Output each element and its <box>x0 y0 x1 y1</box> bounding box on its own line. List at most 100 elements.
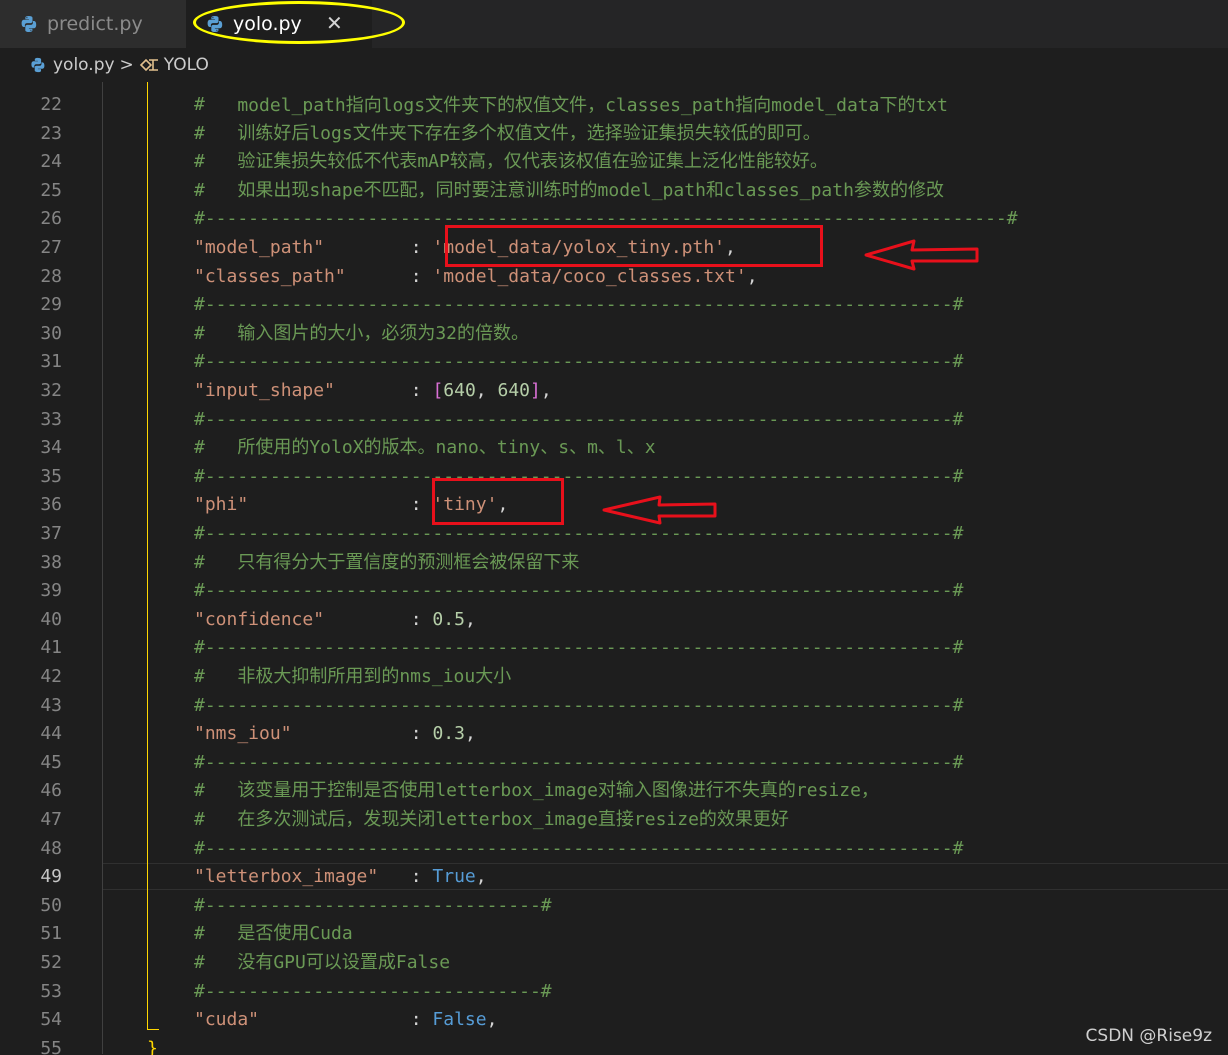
code-line[interactable]: 39 #-------------------------------------… <box>0 577 1228 606</box>
code-line[interactable]: 30 # 输入图片的大小，必须为32的倍数。 <box>0 320 1228 349</box>
python-icon <box>21 16 37 32</box>
indent-guide <box>102 82 103 1054</box>
code-line[interactable]: 48 #-------------------------------------… <box>0 835 1228 864</box>
line-number: 24 <box>40 151 62 173</box>
red-box-annotation-phi <box>432 478 564 525</box>
code-line[interactable]: 40 "confidence" : 0.5, <box>0 606 1228 635</box>
line-code: # 训练好后logs文件夹下存在多个权值文件，选择验证集损失较低的即可。 <box>194 120 821 149</box>
line-code: #---------------------------------------… <box>194 520 963 549</box>
line-number: 54 <box>40 1009 62 1031</box>
line-number: 40 <box>40 608 62 630</box>
tab-yolo-py[interactable]: yolo.py ✕ <box>186 0 372 48</box>
line-code: # 所使用的YoloX的版本。nano、tiny、s、m、l、x <box>194 434 656 463</box>
code-line[interactable]: 29 #-------------------------------------… <box>0 291 1228 320</box>
code-line[interactable]: 33 #-------------------------------------… <box>0 406 1228 435</box>
line-code: # 非极大抑制所用到的nms_iou大小 <box>194 663 511 692</box>
line-code: #---------------------------------------… <box>194 348 963 377</box>
code-token: , <box>540 380 552 401</box>
code-line[interactable]: 50 #-------------------------------# <box>0 892 1228 921</box>
code-line[interactable]: 52 # 没有GPU可以设置成False <box>0 949 1228 978</box>
line-number: 52 <box>40 952 62 973</box>
chevron-right-icon: > <box>119 55 134 75</box>
line-number: 41 <box>40 637 62 659</box>
code-token: : <box>248 494 433 516</box>
code-line[interactable]: 41 #-------------------------------------… <box>0 634 1228 663</box>
code-token: "input_shape" <box>194 380 335 401</box>
close-icon[interactable]: ✕ <box>326 11 343 35</box>
line-number: 45 <box>40 751 62 773</box>
code-line[interactable]: 24 # 验证集损失较低不代表mAP较高，仅代表该权值在验证集上泛化性能较好。 <box>0 148 1228 177</box>
line-code: } <box>147 1035 158 1055</box>
code-line[interactable]: 22 # <box>0 91 1228 120</box>
line-number: 46 <box>40 780 62 802</box>
line-number: 50 <box>40 894 62 916</box>
code-token: True <box>432 866 476 888</box>
code-line[interactable]: 35 #-------------------------------------… <box>0 463 1228 492</box>
code-line[interactable]: 51 # 是否使用Cuda <box>0 920 1228 949</box>
code-line[interactable]: 45 #-------------------------------------… <box>0 749 1228 778</box>
code-line[interactable]: 43 #-------------------------------------… <box>0 692 1228 721</box>
code-token: # 在多次测试后，发现关闭letterbox_image直接resize的效果更… <box>194 809 789 830</box>
code-token: "model_path" <box>194 237 325 258</box>
breadcrumb-file[interactable]: yolo.py <box>53 55 115 75</box>
line-code: # 在多次测试后，发现关闭letterbox_image直接resize的效果更… <box>194 806 789 835</box>
code-token: #---------------------------------------… <box>194 751 964 773</box>
code-token: , <box>464 608 476 630</box>
line-code: "confidence" : 0.5, <box>194 606 476 635</box>
code-token: , <box>746 265 758 287</box>
breadcrumb-symbol[interactable]: YOLO <box>164 55 209 75</box>
line-number: 33 <box>40 408 62 430</box>
code-token: # 只有得分大于置信度的预测框会被保留下来 <box>194 551 580 573</box>
line-code: #-------------------------------# <box>194 892 552 921</box>
code-line[interactable]: 49 "letterbox_image" : True, <box>0 863 1228 892</box>
line-number: 29 <box>40 294 62 316</box>
code-token: # 非极大抑制所用到的nms_iou大小 <box>194 666 512 687</box>
code-line[interactable]: 44 "nms_iou" : 0.3, <box>0 720 1228 749</box>
line-code: #---------------------------------------… <box>194 406 963 435</box>
code-token: 640 <box>443 380 476 401</box>
code-line[interactable]: 31 #-------------------------------------… <box>0 348 1228 377</box>
code-token: #---------------------------------------… <box>194 294 964 316</box>
tab-predict-py[interactable]: predict.py <box>0 0 186 48</box>
code-token: # 该变量用于控制是否使用letterbox_image对输入图像进行不失真的r… <box>194 780 879 802</box>
code-line[interactable]: 23 # 训练好后logs文件夹下存在多个权值文件，选择验证集损失较低的即可。 <box>0 120 1228 149</box>
line-number: 31 <box>40 351 62 373</box>
code-line[interactable]: 34 # 所使用的YoloX的版本。nano、tiny、s、m、l、x <box>0 434 1228 463</box>
code-token: # 所使用的YoloX的版本。nano、tiny、s、m、l、x <box>194 437 656 459</box>
code-token: #---------------------------------------… <box>194 523 964 544</box>
red-arrow-annotation <box>602 495 717 525</box>
code-line[interactable]: 46 # 该变量用于控制是否使用letterbox_image对输入图像进行不失真… <box>0 777 1228 806</box>
code-line[interactable]: 38 # 只有得分大于置信度的预测框会被保留下来 <box>0 549 1228 578</box>
code-token: : <box>345 265 433 287</box>
code-token: ] <box>530 380 541 401</box>
code-token: : <box>291 723 433 745</box>
python-icon <box>207 16 223 32</box>
line-number: 42 <box>40 666 62 687</box>
line-code: # 如果出现shape不匹配，同时要注意训练时的model_path和class… <box>194 177 944 206</box>
code-token: 0.5 <box>432 608 465 630</box>
code-token: # 没有GPU可以设置成False <box>194 952 451 973</box>
line-number: 38 <box>40 551 62 573</box>
code-token: #---------------------------------------… <box>194 408 964 430</box>
line-number: 25 <box>40 179 62 201</box>
code-line[interactable]: 25 # 如果出现shape不匹配，同时要注意训练时的model_path和cla… <box>0 177 1228 206</box>
code-line[interactable]: 42 # 非极大抑制所用到的nms_iou大小 <box>0 663 1228 692</box>
line-code: # <box>194 91 205 120</box>
line-code: "letterbox_image" : True, <box>194 863 487 892</box>
code-line[interactable]: 53 #-------------------------------# <box>0 978 1228 1007</box>
line-number: 43 <box>40 694 62 716</box>
code-line[interactable]: 55} <box>0 1035 1228 1055</box>
code-token: "nms_iou" <box>194 723 292 745</box>
tab-label: predict.py <box>47 13 143 35</box>
code-line[interactable]: 54 "cuda" : False, <box>0 1006 1228 1035</box>
line-number: 23 <box>40 122 62 144</box>
code-token: # 是否使用Cuda <box>194 923 353 945</box>
code-token: #---------------------------------------… <box>194 580 964 602</box>
code-token: : <box>324 608 433 630</box>
line-number: 30 <box>40 322 62 344</box>
code-line[interactable]: 32 "input_shape" : [640, 640], <box>0 377 1228 406</box>
code-token: "cuda" <box>194 1009 260 1031</box>
line-code: # 没有GPU可以设置成False <box>194 949 450 978</box>
code-line[interactable]: 47 # 在多次测试后，发现关闭letterbox_image直接resize的效… <box>0 806 1228 835</box>
line-number: 53 <box>40 980 62 1002</box>
